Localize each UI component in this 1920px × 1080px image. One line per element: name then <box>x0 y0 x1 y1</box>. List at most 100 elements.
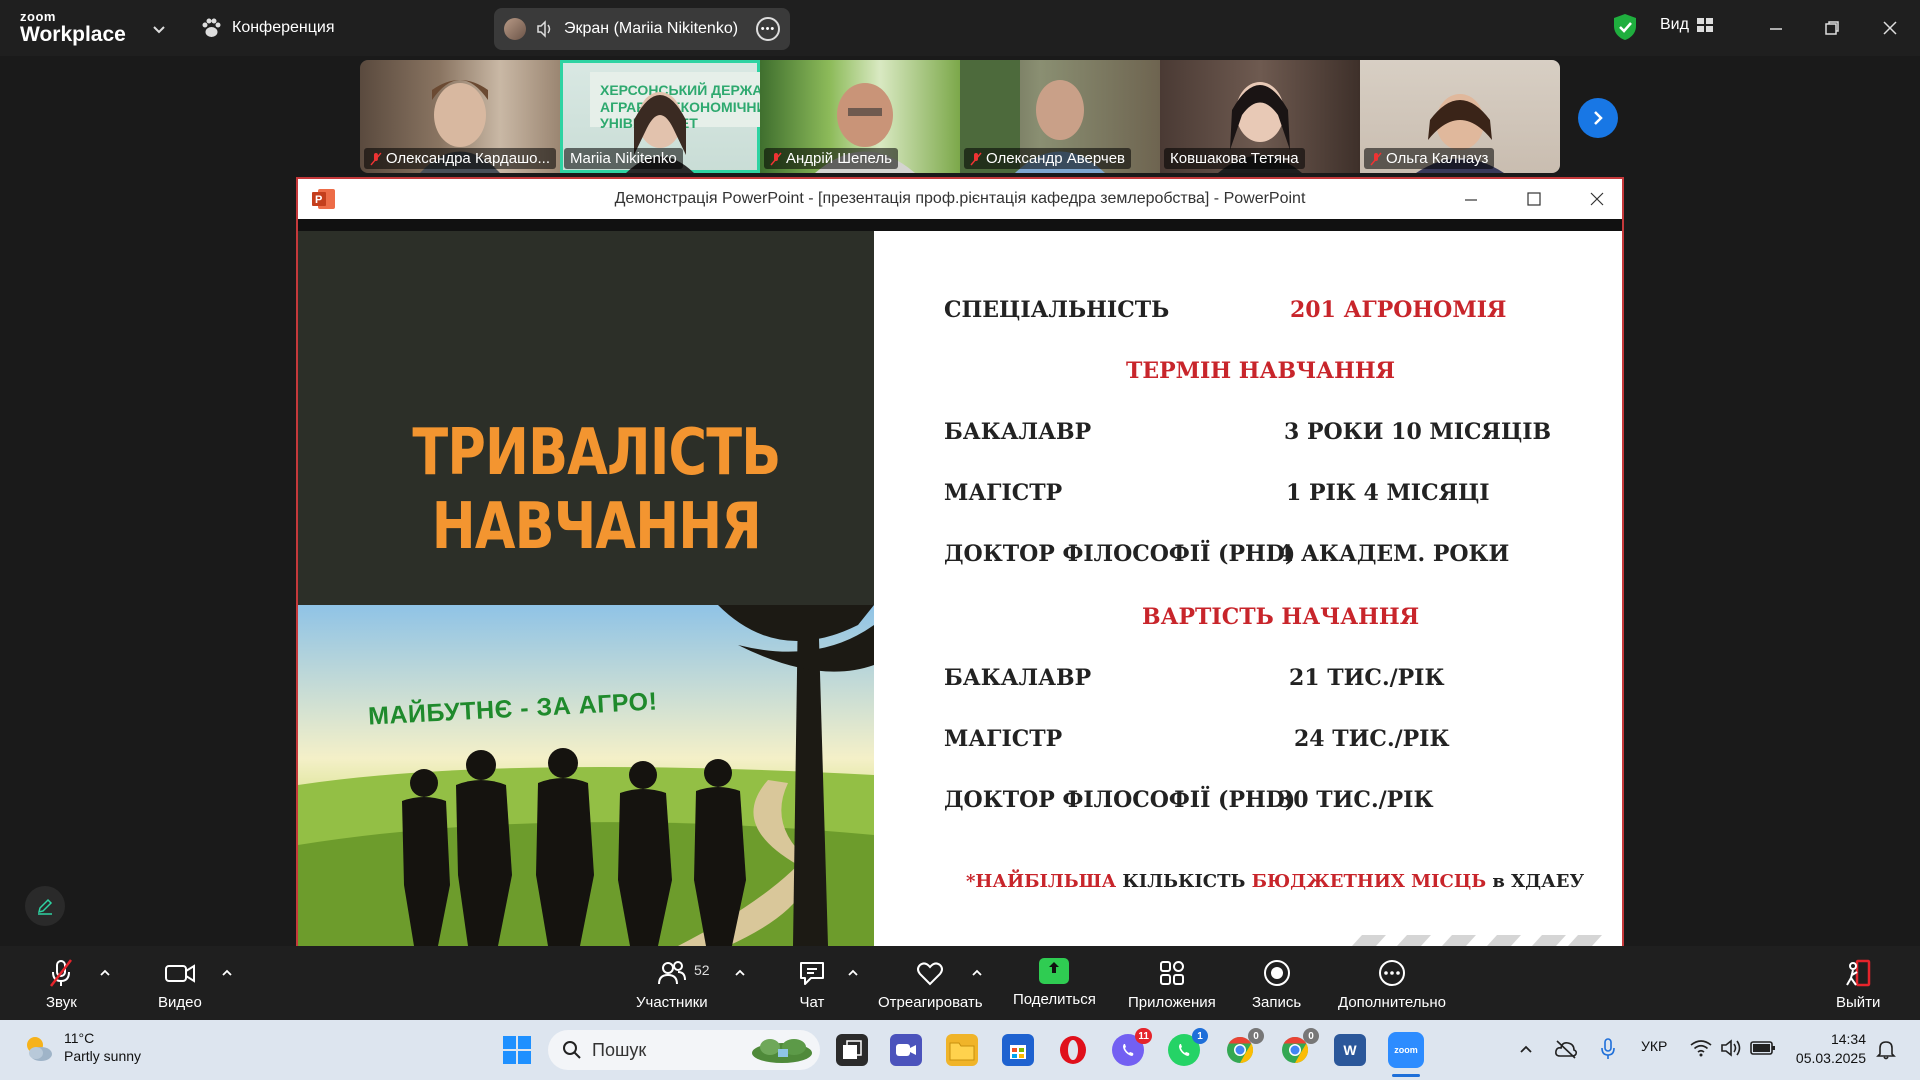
whatsapp-button[interactable]: 1 <box>1168 1028 1208 1066</box>
duration-row-value: 1 РІК 4 МІСЯЦІ <box>1286 480 1490 506</box>
cloud-offline-icon[interactable] <box>1554 1038 1578 1060</box>
zoom-workplace-logo: zoom Workplace <box>20 10 126 45</box>
leave-button[interactable]: Выйти <box>1836 958 1880 1011</box>
weather-widget[interactable]: 11°C Partly sunny <box>22 1030 141 1065</box>
participants-label: Участники <box>636 994 708 1011</box>
close-icon <box>1590 192 1604 206</box>
mic-muted-icon <box>50 959 73 987</box>
audio-button[interactable]: Звук <box>46 958 77 1011</box>
duration-row-value: 3 РОКИ 10 МІСЯЦІВ <box>1284 419 1552 445</box>
participant-tile[interactable]: Ольга Калнауз <box>1360 60 1560 173</box>
participant-tile[interactable]: Олександра Кардашо... <box>360 60 560 173</box>
note-part: в ХДАЕУ <box>1486 871 1585 892</box>
ppt-maximize-button[interactable] <box>1519 185 1549 213</box>
minimize-icon <box>1465 199 1477 201</box>
participant-strip: Олександра Кардашо... ХЕРСОНСЬКИЙ ДЕРЖАВ… <box>360 60 1560 173</box>
participant-name-tag: Олександр Аверчев <box>964 148 1131 169</box>
next-participants-button[interactable] <box>1578 98 1618 138</box>
ppt-close-button[interactable] <box>1582 185 1612 213</box>
svg-text:ХЕРСОНСЬКИЙ ДЕРЖАВНИЙ: ХЕРСОНСЬКИЙ ДЕРЖАВНИЙ <box>600 81 760 98</box>
chevron-up-icon[interactable] <box>220 966 234 980</box>
more-button[interactable]: Дополнительно <box>1338 958 1446 1011</box>
more-icon <box>1378 960 1405 986</box>
search-icon <box>563 1041 581 1059</box>
task-view-button[interactable] <box>836 1034 868 1066</box>
chevron-up-icon[interactable] <box>970 966 984 980</box>
participant-name-tag: Ольга Калнауз <box>1364 148 1495 169</box>
mic-muted-icon <box>770 152 782 165</box>
video-button[interactable]: Видео <box>158 958 202 1011</box>
file-explorer-button[interactable] <box>946 1034 978 1066</box>
annotate-button[interactable] <box>25 886 65 926</box>
close-icon <box>1883 21 1897 35</box>
battery-icon[interactable] <box>1750 1040 1776 1056</box>
chat-label: Чат <box>799 994 825 1011</box>
whatsapp-badge: 1 <box>1192 1028 1208 1044</box>
pencil-icon <box>37 898 53 915</box>
screen-share-pill[interactable]: Экран (Mariia Nikitenko) ••• <box>494 8 790 50</box>
notification-bell-icon[interactable] <box>1876 1038 1896 1060</box>
ppt-minimize-button[interactable] <box>1456 185 1486 213</box>
temperature: 11°C <box>64 1030 95 1046</box>
weather-description: Partly sunny <box>64 1047 142 1064</box>
chevron-up-icon[interactable] <box>733 966 747 980</box>
opera-button[interactable] <box>1057 1034 1089 1066</box>
video-call-icon <box>896 1044 916 1056</box>
zoom-app-button[interactable]: zoom <box>1388 1032 1424 1068</box>
chat-button[interactable]: Чат <box>797 958 827 1011</box>
search-highlight-icon <box>752 1039 812 1063</box>
system-clock[interactable]: 14:34 05.03.2025 <box>1790 1030 1866 1068</box>
chrome-profile-button[interactable]: 0 <box>1279 1028 1319 1066</box>
share-button[interactable]: Поделиться <box>1013 958 1096 1008</box>
volume-icon[interactable] <box>1720 1039 1742 1057</box>
participant-tile-active-speaker[interactable]: ХЕРСОНСЬКИЙ ДЕРЖАВНИЙ АГРАРНО-ЕКОНОМІЧНИ… <box>560 60 760 173</box>
chevron-up-icon[interactable] <box>846 966 860 980</box>
restore-button[interactable] <box>1816 12 1848 44</box>
participant-tile[interactable]: Олександр Аверчев <box>960 60 1160 173</box>
view-button[interactable]: Вид <box>1660 16 1713 34</box>
chevron-up-icon[interactable] <box>98 966 112 980</box>
chevron-up-icon[interactable] <box>1518 1042 1534 1058</box>
teams-meet-button[interactable] <box>890 1034 922 1066</box>
top-bar: zoom Workplace Конференция Экран (Mariia… <box>0 0 1920 56</box>
cost-heading: ВАРТІСТЬ НАЧАННЯ <box>1142 604 1420 630</box>
apps-button[interactable]: Приложения <box>1128 958 1216 1011</box>
store-button[interactable] <box>1002 1034 1034 1066</box>
taskbar-search[interactable]: Пошук <box>548 1030 820 1070</box>
participant-tile[interactable]: Андрій Шепель <box>760 60 960 173</box>
meeting-info-button[interactable]: Конференция <box>200 14 335 42</box>
apps-label: Приложения <box>1128 994 1216 1011</box>
speaker-icon <box>537 20 551 38</box>
close-button[interactable] <box>1874 12 1906 44</box>
cost-row-value: 21 ТИС./РІК <box>1289 665 1445 691</box>
cost-row-label: БАКАЛАВР <box>944 665 1092 691</box>
video-label: Видео <box>158 994 202 1011</box>
zoom-icon: zoom <box>1394 1045 1418 1055</box>
chrome-button[interactable]: 0 <box>1224 1028 1264 1066</box>
participant-tile[interactable]: Ковшакова Тетяна <box>1160 60 1360 173</box>
leave-icon <box>1846 959 1871 987</box>
react-button[interactable]: Отреагировать <box>878 958 983 1011</box>
shield-check-icon[interactable] <box>1612 13 1638 41</box>
record-button[interactable]: Запись <box>1252 958 1301 1011</box>
participant-name: Андрій Шепель <box>786 150 892 167</box>
start-button[interactable] <box>500 1033 534 1067</box>
video-camera-icon <box>164 964 195 983</box>
chevron-down-icon[interactable] <box>148 18 170 40</box>
more-options-icon[interactable]: ••• <box>756 17 780 41</box>
wifi-icon[interactable] <box>1690 1039 1712 1057</box>
grid-icon <box>1696 18 1713 32</box>
language-indicator[interactable]: УКР <box>1641 1038 1667 1054</box>
restore-icon <box>1825 21 1839 35</box>
store-icon <box>1010 1045 1026 1059</box>
mic-muted-icon <box>370 152 382 165</box>
minimize-icon <box>1770 28 1782 30</box>
word-button[interactable]: W <box>1334 1034 1366 1066</box>
viber-badge: 11 <box>1135 1028 1152 1044</box>
minimize-button[interactable] <box>1760 12 1792 44</box>
chrome-badge: 0 <box>1303 1028 1319 1044</box>
shared-powerpoint-window: P Демонстрація PowerPoint - [презентація… <box>296 177 1624 946</box>
microphone-icon[interactable] <box>1600 1037 1616 1061</box>
cost-row-label: МАГІСТР <box>944 726 1063 752</box>
viber-button[interactable]: 11 <box>1112 1028 1152 1066</box>
